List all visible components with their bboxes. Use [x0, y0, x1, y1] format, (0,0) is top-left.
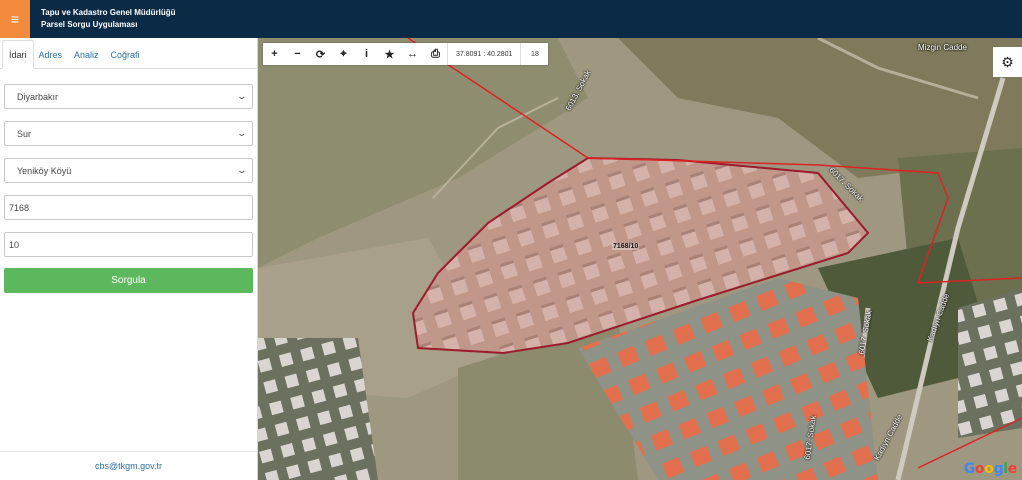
locate-icon[interactable]: ⌖	[332, 43, 355, 65]
parcel-input[interactable]: 10	[4, 232, 253, 257]
tab-cografi[interactable]: Coğrafi	[106, 41, 147, 68]
coordinate-readout: 37.8091 : 40.2801	[447, 43, 520, 65]
block-input[interactable]: 7168	[4, 195, 253, 220]
province-select[interactable]: Diyarbakır ⌄	[4, 84, 253, 109]
satellite-imagery	[258, 38, 1022, 480]
chevron-down-icon: ⌄	[236, 128, 248, 138]
map-toolbar: + − ⟳ ⌖ i ★ ↔ ⎙ 37.8091 : 40.2801 18	[263, 43, 549, 65]
neighborhood-value: Yeniköy Köyü	[17, 165, 72, 176]
district-value: Sur	[17, 128, 32, 139]
tab-idari[interactable]: İdari	[2, 40, 34, 69]
tab-analiz[interactable]: Analiz	[69, 41, 106, 68]
tab-bar: İdari Adres Analiz Coğrafi	[0, 38, 257, 69]
gear-icon[interactable]: ⚙	[993, 47, 1022, 77]
google-attribution: Google	[963, 461, 1018, 477]
street-label: Mizgin Cadde	[918, 43, 967, 52]
measure-icon[interactable]: ↔	[401, 43, 424, 65]
map-view[interactable]: 7168/10 Mizgin Cadde 6013. Sokak 6017. S…	[258, 38, 1022, 480]
print-icon[interactable]: ⎙	[424, 43, 447, 65]
district-select[interactable]: Sur ⌄	[4, 121, 253, 146]
zoom-level: 18	[520, 43, 548, 65]
neighborhood-select[interactable]: Yeniköy Köyü ⌄	[4, 158, 253, 183]
zoom-in-icon[interactable]: +	[263, 43, 286, 65]
province-value: Diyarbakır	[17, 91, 59, 102]
query-button[interactable]: Sorgula	[4, 268, 253, 293]
star-icon[interactable]: ★	[378, 43, 401, 65]
app-header: ≡ Tapu ve Kadastro Genel Müdürlüğü Parse…	[0, 0, 1022, 38]
block-value: 7168	[9, 202, 30, 213]
sidebar: İdari Adres Analiz Coğrafi Diyarbakır ⌄ …	[0, 38, 258, 480]
tab-adres[interactable]: Adres	[34, 41, 70, 68]
app-title-line2: Parsel Sorgu Uygulaması	[41, 20, 138, 29]
app-title: Tapu ve Kadastro Genel Müdürlüğü Parsel …	[41, 7, 176, 31]
app-title-line1: Tapu ve Kadastro Genel Müdürlüğü	[41, 8, 176, 17]
parcel-value: 10	[9, 239, 20, 250]
parcel-label: 7168/10	[612, 243, 640, 250]
chevron-down-icon: ⌄	[236, 91, 248, 101]
zoom-out-icon[interactable]: −	[286, 43, 309, 65]
query-form: Diyarbakır ⌄ Sur ⌄ Yeniköy Köyü ⌄ 7168 1…	[0, 69, 257, 293]
info-icon[interactable]: i	[355, 43, 378, 65]
refresh-icon[interactable]: ⟳	[309, 43, 332, 65]
footer-email-link[interactable]: cbs@tkgm.gov.tr	[0, 451, 257, 480]
chevron-down-icon: ⌄	[236, 165, 248, 175]
hamburger-icon[interactable]: ≡	[0, 0, 30, 38]
